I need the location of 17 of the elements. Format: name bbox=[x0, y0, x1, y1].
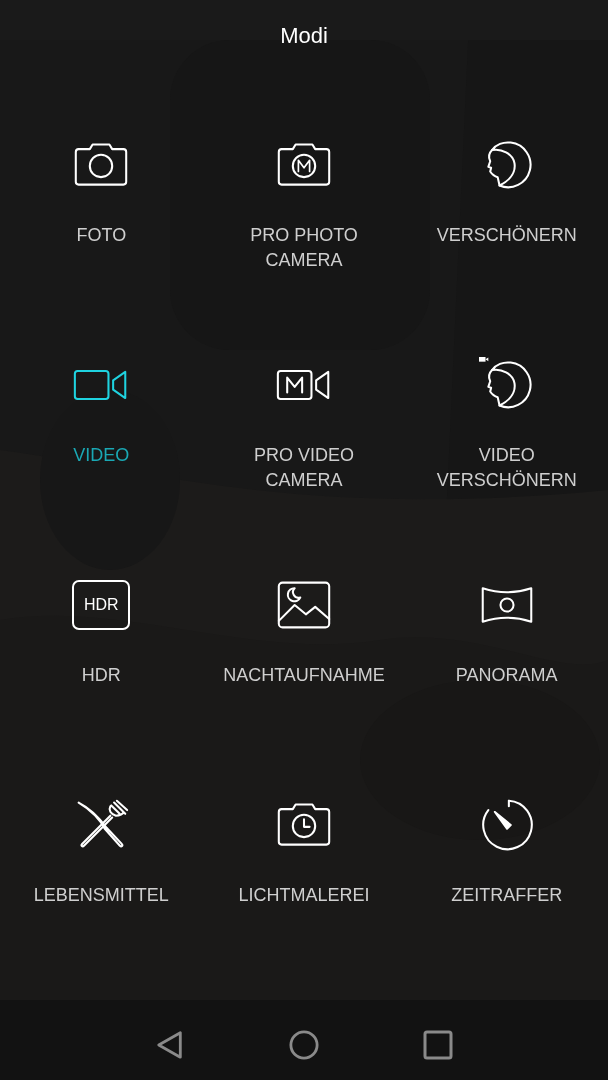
recent-apps-icon[interactable] bbox=[423, 1030, 453, 1060]
mode-option[interactable]: NACHTAUFNAHME bbox=[202, 512, 406, 732]
back-icon[interactable] bbox=[155, 1030, 185, 1060]
mode-option[interactable]: FOTO bbox=[0, 72, 203, 292]
mode-option[interactable]: HDR HDR bbox=[0, 512, 203, 732]
mode-option[interactable]: PRO VIDEO CAMERA bbox=[202, 292, 406, 512]
mode-option[interactable]: LEBENSMITTEL bbox=[0, 732, 203, 952]
home-icon[interactable] bbox=[289, 1030, 319, 1060]
mode-option[interactable]: VERSCHÖNERN bbox=[405, 72, 608, 292]
mode-option[interactable]: LICHTMALEREI bbox=[202, 732, 406, 952]
mode-option[interactable]: PRO PHOTO CAMERA bbox=[202, 72, 406, 292]
hdr-badge: HDR bbox=[72, 580, 131, 630]
mode-option[interactable]: ZEITRAFFER bbox=[405, 732, 608, 952]
mode-option[interactable]: VIDEO VERSCHÖNERN bbox=[405, 292, 608, 512]
mode-option[interactable]: VIDEO bbox=[0, 292, 203, 512]
screen-title: Modi bbox=[280, 23, 328, 49]
mode-option[interactable]: PANORAMA bbox=[405, 512, 608, 732]
